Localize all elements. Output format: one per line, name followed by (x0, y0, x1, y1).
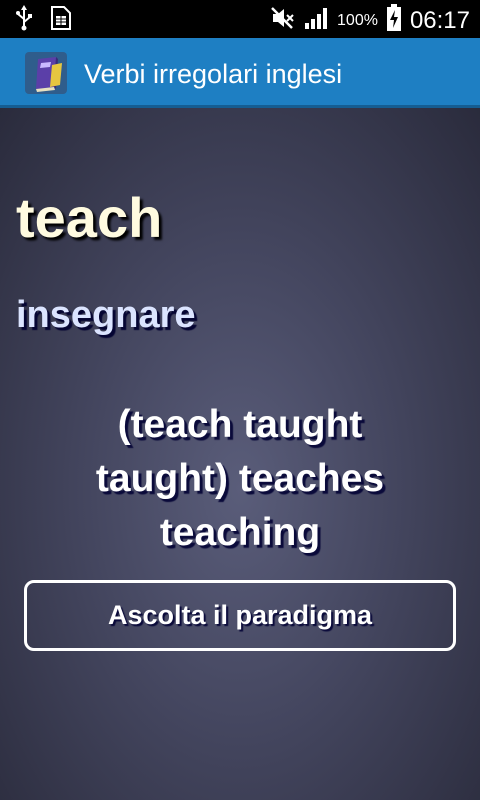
battery-percentage: 100% (337, 11, 378, 29)
mute-icon (269, 5, 295, 36)
status-icons-left (14, 5, 72, 36)
verb-paradigm: (teach taught taught) teaches teaching (95, 403, 385, 554)
app-screen: 100% 06:17 Verbi irregolari inglesi teac… (0, 0, 480, 800)
verb-word: teach (16, 186, 163, 249)
verb-translation: insegnare (16, 294, 196, 336)
usb-icon (14, 5, 34, 36)
verb-card: teach insegnare (teach taught taught) te… (0, 108, 480, 800)
signal-icon (303, 5, 329, 36)
status-clock: 06:17 (409, 6, 470, 34)
status-icons-right: 100% 06:17 (269, 4, 470, 37)
action-bar: Verbi irregolari inglesi (0, 38, 480, 108)
status-bar: 100% 06:17 (0, 0, 480, 38)
book-icon[interactable] (24, 51, 68, 95)
app-title: Verbi irregolari inglesi (84, 59, 343, 89)
battery-charging-icon (386, 4, 402, 37)
sim-card-icon (50, 5, 72, 36)
listen-paradigm-button[interactable]: Ascolta il paradigma (24, 580, 456, 651)
listen-paradigm-label: Ascolta il paradigma (107, 600, 373, 630)
